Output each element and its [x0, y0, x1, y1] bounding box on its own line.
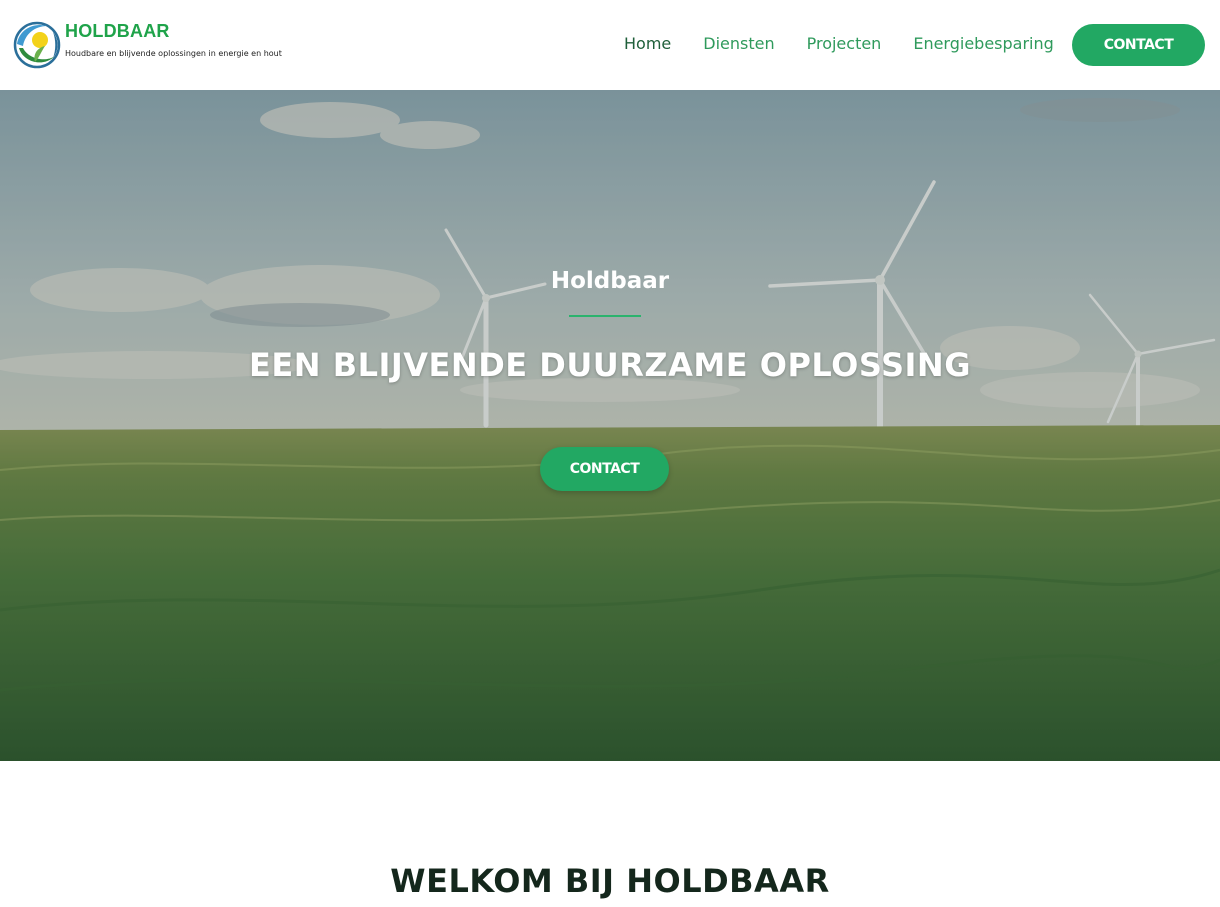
main-nav: Home Diensten Projecten Energiebesparing: [624, 34, 1054, 53]
brand-logo[interactable]: HOLDBAAR Houdbare en blijvende oplossing…: [13, 18, 283, 74]
site-header: HOLDBAAR Houdbare en blijvende oplossing…: [0, 0, 1220, 90]
hero-section: Holdbaar EEN BLIJVENDE DUURZAME OPLOSSIN…: [0, 90, 1220, 761]
header-contact-button[interactable]: CONTACT: [1072, 24, 1205, 66]
brand-name: HOLDBAAR: [65, 21, 170, 41]
brand-tagline: Houdbare en blijvende oplossingen in ene…: [65, 49, 282, 58]
hero-divider: [569, 315, 641, 317]
nav-item-diensten[interactable]: Diensten: [703, 34, 774, 53]
hero-contact-button[interactable]: CONTACT: [540, 447, 669, 491]
hero-title: EEN BLIJVENDE DUURZAME OPLOSSING: [249, 346, 971, 384]
sun-leaf-globe-logo-icon: [13, 21, 61, 69]
nav-item-projecten[interactable]: Projecten: [807, 34, 882, 53]
nav-item-home[interactable]: Home: [624, 34, 671, 53]
welcome-heading: WELKOM BIJ HOLDBAAR: [390, 862, 830, 900]
nav-item-energiebesparing[interactable]: Energiebesparing: [913, 34, 1053, 53]
hero-kicker: Holdbaar: [550, 268, 670, 294]
